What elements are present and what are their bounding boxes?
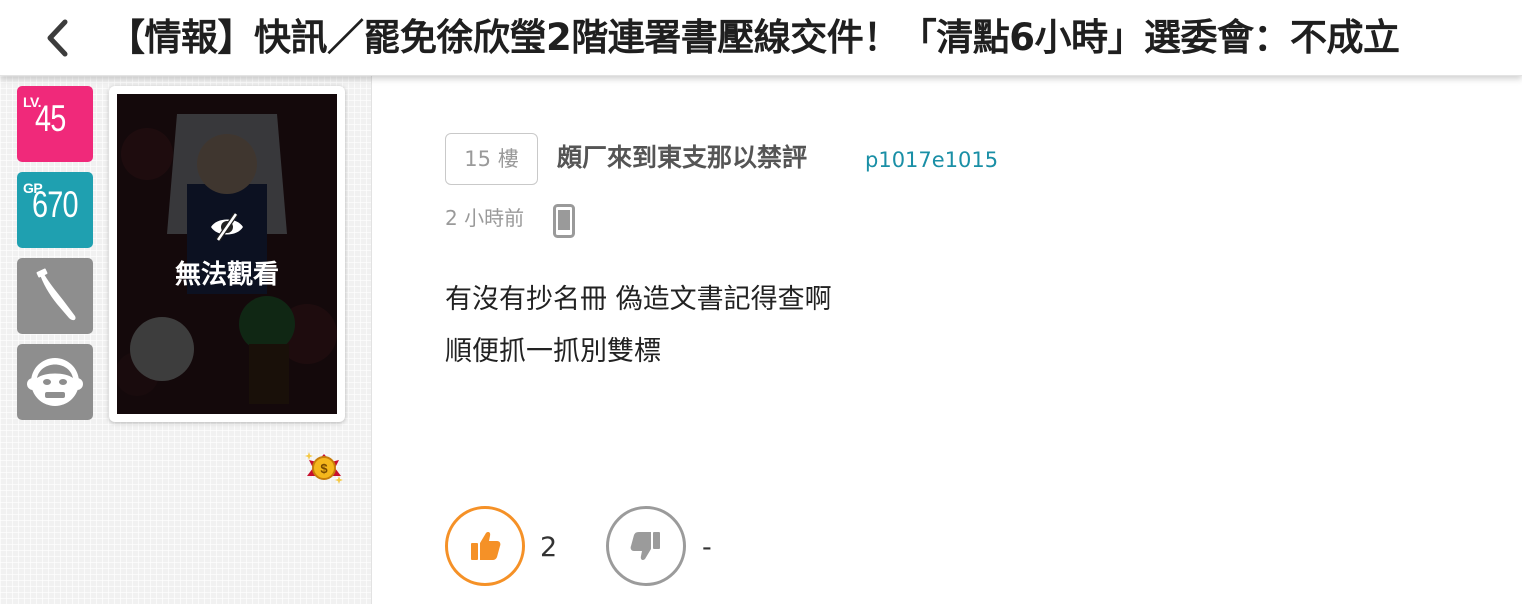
like-button[interactable] bbox=[445, 506, 525, 586]
gp-value: 670 bbox=[32, 184, 79, 225]
eye-slash-icon bbox=[211, 212, 243, 242]
gold-coin-medal-icon[interactable]: $ bbox=[303, 446, 345, 488]
knife-badge[interactable] bbox=[17, 258, 93, 334]
top-bar: 【情報】快訊／罷免徐欣瑩2階連署書壓線交件！「清點6小時」選委會：不成立 bbox=[0, 0, 1522, 76]
face-badge[interactable] bbox=[17, 344, 93, 420]
author-panel: LV. 45 GP 670 無法觀看 $ bbox=[0, 76, 372, 604]
level-value: 45 bbox=[35, 98, 66, 139]
avatar-caption: 無法觀看 bbox=[174, 260, 279, 290]
thumbs-down-icon bbox=[630, 532, 660, 560]
floor-number[interactable]: 15 樓 bbox=[445, 133, 538, 185]
author-id[interactable]: p1017e1015 bbox=[865, 138, 998, 182]
post: 15 樓 頗厂來到東支那以禁評 p1017e1015 2 小時前 有沒有抄名冊 … bbox=[373, 76, 1522, 604]
thumbs-up-icon bbox=[471, 532, 501, 560]
back-button[interactable] bbox=[30, 12, 84, 64]
mobile-phone-icon bbox=[553, 204, 575, 238]
avatar: 無法觀看 bbox=[117, 94, 337, 414]
like-count: 2 bbox=[540, 532, 558, 563]
avatar-card[interactable]: 無法觀看 bbox=[109, 86, 345, 422]
chevron-left-icon bbox=[47, 19, 68, 57]
content-line: 有沒有抄名冊 偽造文書記得查啊 bbox=[445, 284, 832, 315]
level-badge[interactable]: LV. 45 bbox=[17, 86, 93, 162]
post-content: 有沒有抄名冊 偽造文書記得查啊 順便抓一抓別雙標 bbox=[445, 274, 832, 378]
content-line: 順便抓一抓別雙標 bbox=[445, 336, 661, 367]
knife-icon bbox=[36, 268, 76, 321]
topic-title: 【情報】快訊／罷免徐欣瑩2階連署書壓線交件！「清點6小時」選委會：不成立 bbox=[108, 16, 1400, 59]
post-time: 2 小時前 bbox=[445, 206, 525, 230]
dislike-button[interactable] bbox=[606, 506, 686, 586]
svg-text:$: $ bbox=[320, 461, 328, 476]
dislike-count: - bbox=[702, 532, 712, 563]
gp-badge[interactable]: GP 670 bbox=[17, 172, 93, 248]
author-name[interactable]: 頗厂來到東支那以禁評 bbox=[557, 136, 807, 180]
monkey-face-icon bbox=[27, 358, 83, 406]
